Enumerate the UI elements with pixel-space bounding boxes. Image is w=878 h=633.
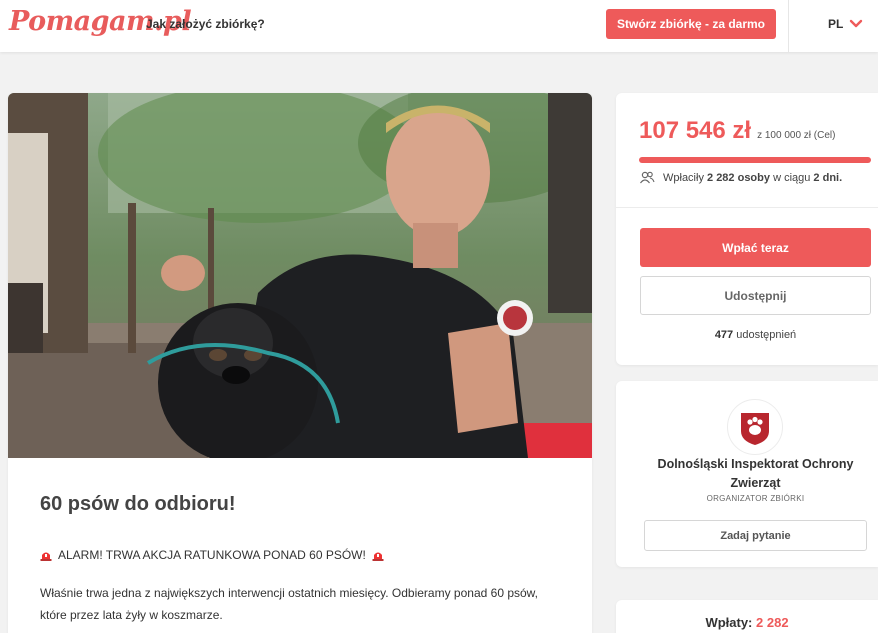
amount-row: 107 546 zł z 100 000 zł (Cel): [639, 117, 835, 145]
campaign-card: 60 psów do odbioru! ALARM! TRWA AKCJA RA…: [8, 93, 592, 633]
raised-amount: 107 546 zł: [639, 117, 752, 144]
progress-fill: [639, 157, 871, 163]
donors-days: 2 dni.: [813, 171, 843, 184]
paw-shield-icon[interactable]: [727, 399, 783, 455]
payments-card: Wpłaty: 2 282: [616, 600, 878, 633]
campaign-description: Właśnie trwa jedna z największych interw…: [40, 586, 539, 622]
siren-icon: [40, 552, 52, 561]
shares-label: udostępnień: [736, 329, 797, 341]
payments-count: 2 282: [756, 615, 789, 630]
funding-card: 107 546 zł z 100 000 zł (Cel) Wpłaciły 2…: [616, 93, 878, 365]
donors-mid: w ciągu: [773, 171, 811, 184]
donors-count: 2 282 osoby: [707, 171, 770, 184]
ask-question-button[interactable]: Zadaj pytanie: [644, 520, 867, 551]
shares-count: 477: [714, 329, 734, 341]
organizer-logo-graphic: [741, 413, 769, 445]
donors-summary: Wpłaciły 2 282 osoby w ciągu 2 dni.: [639, 171, 842, 184]
header-divider: [788, 0, 789, 52]
progress-bar: [639, 157, 871, 163]
alarm-text: ALARM! TRWA AKCJA RATUNKOWA PONAD 60 PSÓ…: [58, 548, 366, 562]
shares-count-line: 477 udostępnień: [640, 329, 871, 341]
funding-divider: [616, 207, 878, 208]
payments-label: Wpłaty:: [705, 615, 753, 630]
create-fundraiser-button[interactable]: Stwórz zbiórkę - za darmo: [606, 9, 776, 39]
top-header: Pomagam.pl Jak założyć zbiórkę? Stwórz z…: [0, 0, 878, 52]
organizer-card: Dolnośląski Inspektorat Ochrony Zwierząt…: [616, 381, 878, 567]
campaign-title: 60 psów do odbioru!: [40, 493, 236, 515]
donate-button[interactable]: Wpłać teraz: [640, 228, 871, 267]
campaign-photo: [8, 93, 592, 458]
siren-icon: [372, 552, 384, 561]
language-label: PL: [828, 17, 844, 31]
organizer-name[interactable]: Dolnośląski Inspektorat Ochrony Zwierząt: [638, 455, 873, 493]
how-to-create-link[interactable]: Jak założyć zbiórkę?: [146, 17, 265, 31]
organizer-role: ORGANIZATOR ZBIÓRKI: [706, 494, 805, 503]
goal-amount: z 100 000 zł (Cel): [757, 130, 836, 141]
payments-heading: Wpłaty: 2 282: [616, 615, 878, 630]
chevron-down-icon: [850, 19, 863, 28]
donors-prefix: Wpłaciły: [663, 171, 704, 184]
alarm-line: ALARM! TRWA AKCJA RATUNKOWA PONAD 60 PSÓ…: [40, 548, 384, 562]
donors-text: Wpłaciły 2 282 osoby w ciągu 2 dni.: [663, 172, 842, 184]
share-button[interactable]: Udostępnij: [640, 276, 871, 315]
language-selector[interactable]: PL: [828, 17, 863, 31]
people-icon: [640, 171, 655, 184]
